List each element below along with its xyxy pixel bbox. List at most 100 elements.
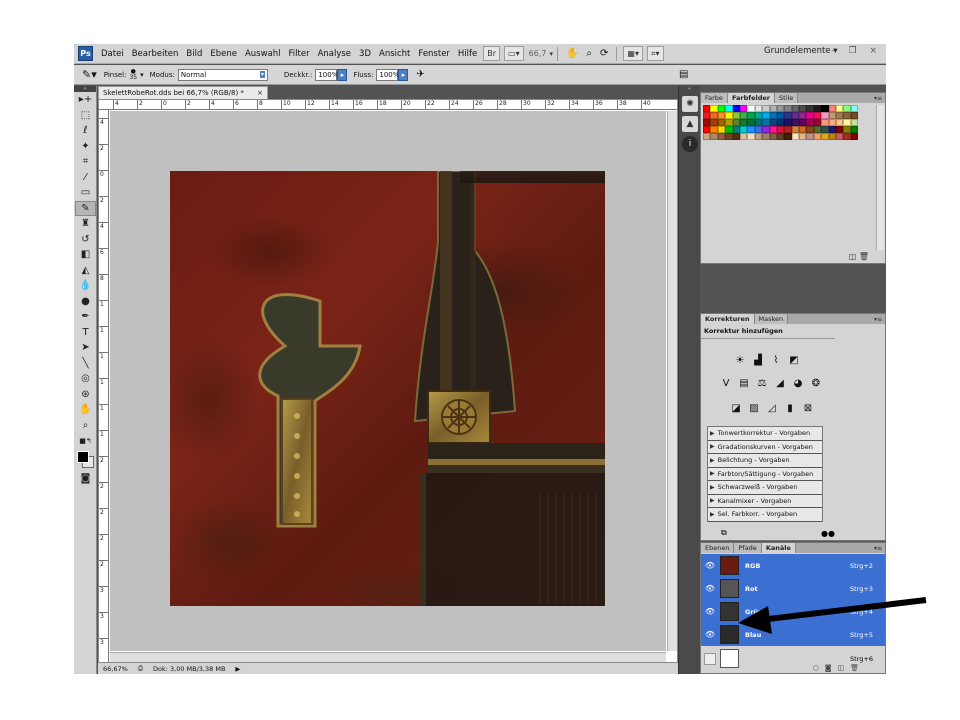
color-swatch[interactable]: [806, 105, 814, 112]
menu-datei[interactable]: Datei: [97, 49, 128, 59]
preset-item[interactable]: ▶ Belichtung - Vorgaben: [708, 454, 822, 468]
brush-dropdown-icon[interactable]: ▾: [140, 71, 144, 79]
color-swatch[interactable]: [784, 126, 792, 133]
color-swatch[interactable]: [703, 133, 711, 140]
color-swatch[interactable]: [762, 105, 770, 112]
line-tool-icon[interactable]: ╲: [75, 356, 96, 372]
workspace-switcher[interactable]: Grundelemente ▾: [764, 46, 838, 56]
blur-tool-icon[interactable]: 💧: [75, 278, 96, 294]
tab-kanaele[interactable]: Kanäle: [761, 543, 796, 553]
color-swatch[interactable]: [769, 119, 777, 126]
brush-size-picker[interactable]: ● 35: [129, 68, 137, 81]
color-swatch[interactable]: [784, 133, 792, 140]
levels-icon[interactable]: ▟: [750, 354, 766, 368]
arrange-documents-button[interactable]: ▦▾: [623, 46, 643, 61]
color-swatch[interactable]: [762, 119, 770, 126]
color-swatch[interactable]: [747, 112, 755, 119]
hand-tool-icon[interactable]: ✋: [75, 402, 96, 418]
menu-ansicht[interactable]: Ansicht: [375, 49, 414, 59]
preset-item[interactable]: ▶ Kanalmixer - Vorgaben: [708, 494, 822, 508]
swatches-scrollbar[interactable]: [876, 105, 884, 250]
color-swatch[interactable]: [776, 112, 785, 119]
color-swatch[interactable]: [828, 105, 837, 112]
visibility-eye-icon[interactable]: 👁: [704, 560, 716, 572]
color-swatch[interactable]: [843, 112, 851, 119]
type-tool-icon[interactable]: T: [75, 325, 96, 341]
hand-tool-icon[interactable]: ✋: [566, 48, 578, 59]
menu-3d[interactable]: 3D: [355, 49, 375, 59]
preset-item[interactable]: ▶ Sel. Farbkorr. - Vorgaben: [708, 508, 822, 522]
menu-bearbeiten[interactable]: Bearbeiten: [128, 49, 183, 59]
info-icon[interactable]: i: [682, 136, 698, 152]
brush-preset-icon[interactable]: ✎▾: [82, 68, 97, 81]
color-swatch[interactable]: [725, 119, 733, 126]
color-swatch[interactable]: [754, 105, 763, 112]
histogram-icon[interactable]: ▲: [682, 116, 698, 132]
color-swatch[interactable]: [776, 105, 785, 112]
color-balance-icon[interactable]: ⚖: [754, 377, 770, 391]
color-swatch[interactable]: [732, 112, 740, 119]
path-select-tool-icon[interactable]: ➤: [75, 340, 96, 356]
ruler-left[interactable]: 4 2 0 2 4 6 8 1 1 1 1 1 1 2 2 2 2 2 3 3 …: [99, 110, 109, 662]
color-swatch[interactable]: [769, 112, 777, 119]
tab-ebenen[interactable]: Ebenen: [701, 543, 735, 553]
navigator-icon[interactable]: ✺: [682, 96, 698, 112]
color-swatch[interactable]: [843, 133, 851, 140]
color-swatch[interactable]: [806, 126, 814, 133]
color-swatch[interactable]: [739, 119, 748, 126]
menu-fenster[interactable]: Fenster: [414, 49, 454, 59]
opacity-input[interactable]: 100%: [315, 68, 338, 81]
tab-farbfelder[interactable]: Farbfelder: [727, 93, 775, 103]
color-swatch[interactable]: [732, 126, 740, 133]
brush-panel-toggle-icon[interactable]: ▤: [679, 69, 688, 80]
ruler-top[interactable]: 4 2 0 2 4 6 8 10 12 14 16 18 20 22 24 26…: [99, 100, 677, 110]
color-swatch[interactable]: [710, 112, 718, 119]
rotate-view-icon[interactable]: ⟳: [600, 48, 608, 59]
status-menu-arrow-icon[interactable]: ▶: [235, 665, 240, 673]
color-swatch[interactable]: [710, 126, 718, 133]
screen-mode-button[interactable]: ▭▾: [504, 46, 524, 61]
visibility-eye-icon[interactable]: 👁: [704, 583, 716, 595]
color-swatch[interactable]: [850, 112, 859, 119]
tab-masken[interactable]: Masken: [754, 314, 789, 324]
tab-pfade[interactable]: Pfade: [734, 543, 762, 553]
color-swatch[interactable]: [836, 112, 844, 119]
zoom-tool-icon[interactable]: ⌕: [75, 418, 96, 434]
color-swatch[interactable]: [739, 126, 748, 133]
color-swatch[interactable]: [710, 119, 718, 126]
color-swatch[interactable]: [828, 133, 837, 140]
move-tool-icon[interactable]: ▸+: [75, 92, 96, 108]
zoom-level[interactable]: 66,7: [529, 49, 547, 58]
posterize-icon[interactable]: ▨: [746, 402, 762, 416]
exposure-icon[interactable]: ◩: [786, 354, 802, 368]
color-swatch[interactable]: [739, 105, 748, 112]
color-swatch[interactable]: [850, 105, 859, 112]
adjustment-options-icon[interactable]: ●●: [821, 529, 835, 538]
preset-item[interactable]: ▶ Gradationskurven - Vorgaben: [708, 440, 822, 454]
color-swatch[interactable]: [717, 119, 726, 126]
color-swatches[interactable]: [75, 449, 96, 471]
color-swatch[interactable]: [762, 133, 770, 140]
visibility-toggle[interactable]: [704, 652, 716, 665]
color-swatch[interactable]: [739, 133, 748, 140]
color-swatch[interactable]: [747, 126, 755, 133]
eyedropper-tool-icon[interactable]: ⁄: [75, 170, 96, 186]
photo-filter-icon[interactable]: ◕: [790, 377, 806, 391]
healing-brush-tool-icon[interactable]: ▭: [75, 185, 96, 201]
default-colors-icon[interactable]: ■↰: [75, 433, 96, 449]
brush-tool-icon[interactable]: ✎: [75, 200, 96, 216]
color-swatch[interactable]: [799, 126, 807, 133]
marquee-tool-icon[interactable]: ⬚: [75, 108, 96, 124]
color-swatch[interactable]: [717, 126, 726, 133]
color-swatch[interactable]: [799, 133, 807, 140]
channel-actions-icons[interactable]: ○◙◫🗑: [813, 664, 865, 672]
color-swatch[interactable]: [710, 133, 718, 140]
color-swatch[interactable]: [791, 133, 800, 140]
zoom-status[interactable]: 66,67%: [103, 665, 128, 673]
curves-icon[interactable]: ⌇: [768, 354, 784, 368]
panel-menu-icon[interactable]: ▾≡: [871, 314, 885, 324]
extras-button[interactable]: ⌗▾: [646, 46, 664, 61]
opacity-slider-button[interactable]: ▸: [337, 68, 348, 81]
robe-texture-image[interactable]: [170, 171, 605, 606]
channel-row-blau[interactable]: 👁 Blau Strg+5: [701, 623, 885, 646]
